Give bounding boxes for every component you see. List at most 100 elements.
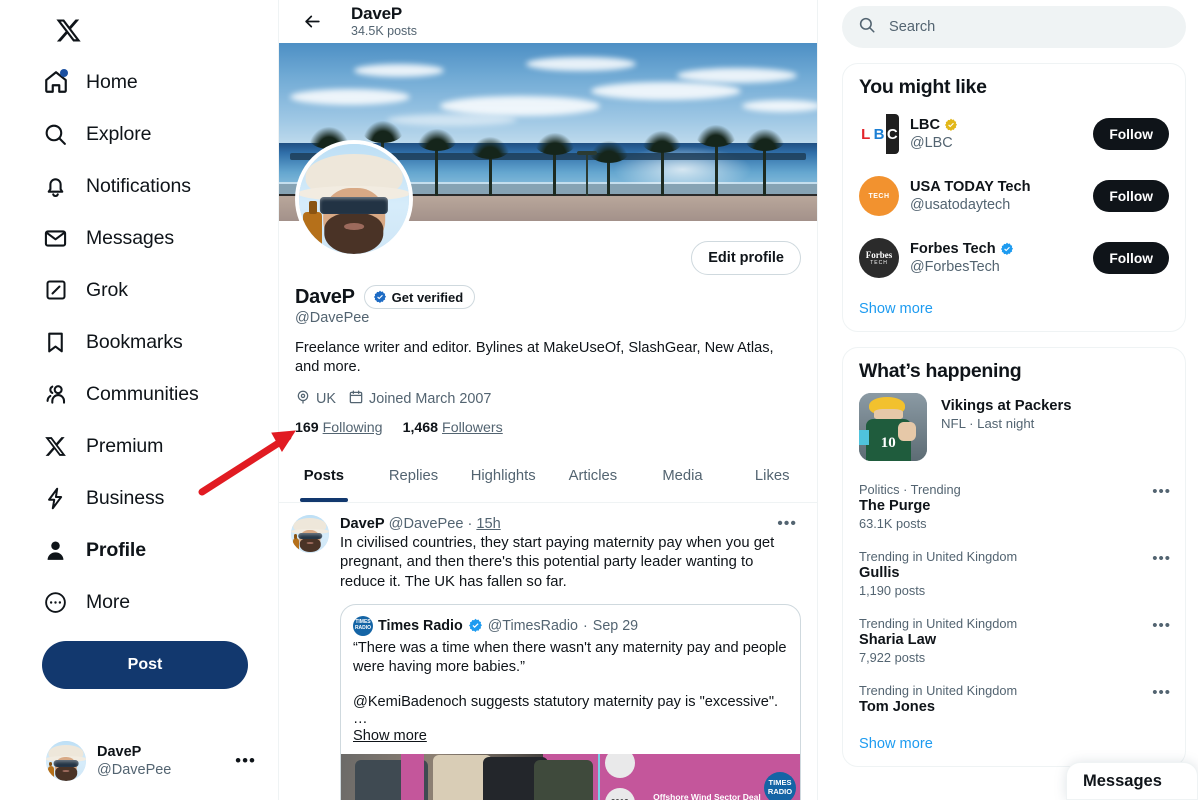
more-dots-icon[interactable]: ••• — [1152, 550, 1171, 567]
suggested-name: USA TODAY Tech — [910, 178, 1031, 195]
avatar[interactable] — [291, 514, 329, 553]
sidebar-item-profile[interactable]: Profile — [40, 524, 158, 576]
back-arrow-icon[interactable] — [295, 5, 329, 39]
sidebar-item-label: Business — [86, 486, 165, 509]
profile-counts: 169 Following 1,468 Followers — [295, 420, 801, 436]
quoted-text-line1: “There was a time when there wasn't any … — [353, 639, 787, 675]
home-unread-badge — [60, 68, 68, 77]
suggested-handle: @ForbesTech — [910, 259, 1000, 276]
calendar-icon — [348, 389, 364, 409]
trend-category: Trending in United Kingdom — [859, 683, 1018, 698]
trend-category: Politics · Trending — [859, 482, 961, 497]
sidebar-item-home[interactable]: Home — [40, 56, 150, 108]
post-item[interactable]: DaveP @DavePee · 15h ••• In civilised co… — [279, 503, 817, 800]
sidebar-item-label: Communities — [86, 382, 199, 405]
trend-name: Sharia Law — [859, 632, 937, 648]
following-count-link[interactable]: 169 Following — [295, 420, 383, 436]
search-bar[interactable] — [842, 6, 1186, 48]
sidebar-item-label: More — [86, 590, 131, 613]
trend-item[interactable]: Politics · Trending The Purge 63.1K post… — [843, 473, 1185, 540]
post-timestamp[interactable]: 15h — [476, 516, 500, 532]
event-item[interactable]: 10 Vikings at Packers NFL · Last night — [843, 387, 1185, 473]
sidebar-item-more[interactable]: More — [40, 576, 142, 628]
trend-item[interactable]: Trending in United Kingdom Sharia Law 7,… — [843, 607, 1185, 674]
tab-replies[interactable]: Replies — [369, 450, 459, 502]
suggested-account[interactable]: TECH USA TODAY Tech @usatodaytech Follow — [843, 165, 1185, 227]
messages-dock[interactable]: Messages — [1066, 762, 1198, 800]
main-column: DaveP 34.5K posts Edit profile DaveP Get… — [278, 0, 818, 800]
edit-profile-button[interactable]: Edit profile — [691, 241, 801, 275]
grok-icon — [42, 277, 69, 304]
post-button[interactable]: Post — [42, 641, 248, 689]
search-input[interactable] — [889, 19, 1170, 35]
sidebar-item-explore[interactable]: Explore — [40, 108, 163, 160]
profile-joined-date: Joined March 2007 — [369, 390, 492, 407]
follow-button[interactable]: Follow — [1093, 242, 1169, 274]
tab-posts[interactable]: Posts — [279, 450, 369, 502]
trend-item[interactable]: Trending in United Kingdom Tom Jones ••• — [843, 674, 1185, 724]
show-more-link[interactable]: Show more — [341, 726, 439, 754]
sidebar-item-messages[interactable]: Messages — [40, 212, 186, 264]
logo-line2: RADIO — [767, 786, 793, 796]
sidebar-item-grok[interactable]: Grok — [40, 264, 140, 316]
blue-verified-icon — [1000, 242, 1014, 256]
column-header: DaveP 34.5K posts — [279, 0, 817, 43]
trend-posts: 7,922 posts — [859, 650, 926, 665]
avatar — [46, 741, 86, 781]
more-dots-icon[interactable]: ••• — [1152, 617, 1171, 634]
sidebar-item-label: Home — [86, 70, 138, 93]
profile-info: DaveP Get verified @DavePee Freelance wr… — [279, 285, 817, 436]
sidebar-item-communities[interactable]: Communities — [40, 368, 211, 420]
quoted-author-name: Times Radio — [378, 617, 463, 634]
suggested-name: Forbes Tech — [910, 240, 996, 257]
sidebar-item-label: Premium — [86, 434, 164, 457]
sidebar-item-label: Messages — [86, 226, 175, 249]
show-more-link[interactable]: Show more — [843, 289, 1185, 331]
quoted-ellipsis: … — [353, 710, 368, 727]
event-thumbnail: 10 — [859, 393, 927, 461]
sidebar-item-notifications[interactable]: Notifications — [40, 160, 203, 212]
account-switcher[interactable]: DaveP @DavePee ••• — [36, 732, 266, 790]
x-logo-icon[interactable] — [42, 4, 94, 56]
envelope-icon — [42, 225, 69, 252]
more-dots-icon[interactable]: ••• — [235, 751, 256, 771]
following-label: Following — [322, 419, 383, 436]
trend-name: The Purge — [859, 498, 931, 514]
profile-location: UK — [316, 390, 336, 407]
tab-media[interactable]: Media — [638, 450, 728, 502]
following-count: 169 — [295, 419, 319, 436]
more-dots-icon[interactable]: ••• — [773, 515, 801, 533]
sidebar-item-business[interactable]: Business — [40, 472, 176, 524]
follow-button[interactable]: Follow — [1093, 118, 1169, 150]
right-sidebar: You might like L B C LBC @LBC Fol — [818, 0, 1198, 800]
event-jersey-number: 10 — [880, 435, 896, 452]
followers-count: 1,468 — [402, 419, 439, 436]
suggested-account[interactable]: Forbes TECH Forbes Tech @ForbesTech Foll… — [843, 227, 1185, 289]
post-count: 34.5K posts — [351, 24, 418, 39]
show-more-link[interactable]: Show more — [843, 724, 1185, 766]
suggested-name: LBC — [910, 116, 940, 133]
home-icon — [42, 68, 69, 96]
trend-item[interactable]: Trending in United Kingdom Gullis 1,190 … — [843, 540, 1185, 607]
suggested-account[interactable]: L B C LBC @LBC Follow — [843, 103, 1185, 165]
trend-posts: 1,190 posts — [859, 583, 926, 598]
account-handle: @DavePee — [97, 762, 172, 778]
quoted-image[interactable]: 2019 Offshore Wind Sector Deal electrici… — [341, 753, 800, 800]
more-dots-icon[interactable]: ••• — [1152, 483, 1171, 500]
sidebar-item-premium[interactable]: Premium — [40, 420, 175, 472]
tab-likes[interactable]: Likes — [727, 450, 817, 502]
get-verified-button[interactable]: Get verified — [363, 285, 476, 309]
quoted-image-caption0 — [667, 758, 786, 768]
quoted-avatar: TIMES RADIO — [353, 615, 373, 636]
more-dots-icon[interactable]: ••• — [1152, 684, 1171, 701]
quoted-post[interactable]: TIMES RADIO Times Radio @TimesRadio · Sep… — [340, 603, 801, 800]
person-icon — [42, 537, 69, 564]
follow-button[interactable]: Follow — [1093, 180, 1169, 212]
profile-avatar[interactable] — [295, 140, 413, 258]
tab-articles[interactable]: Articles — [548, 450, 638, 502]
followers-count-link[interactable]: 1,468 Followers — [403, 420, 503, 436]
trend-posts: 63.1K posts — [859, 516, 927, 531]
sidebar-item-bookmarks[interactable]: Bookmarks — [40, 316, 195, 368]
tab-highlights[interactable]: Highlights — [458, 450, 548, 502]
sidebar-item-label: Bookmarks — [86, 330, 183, 353]
